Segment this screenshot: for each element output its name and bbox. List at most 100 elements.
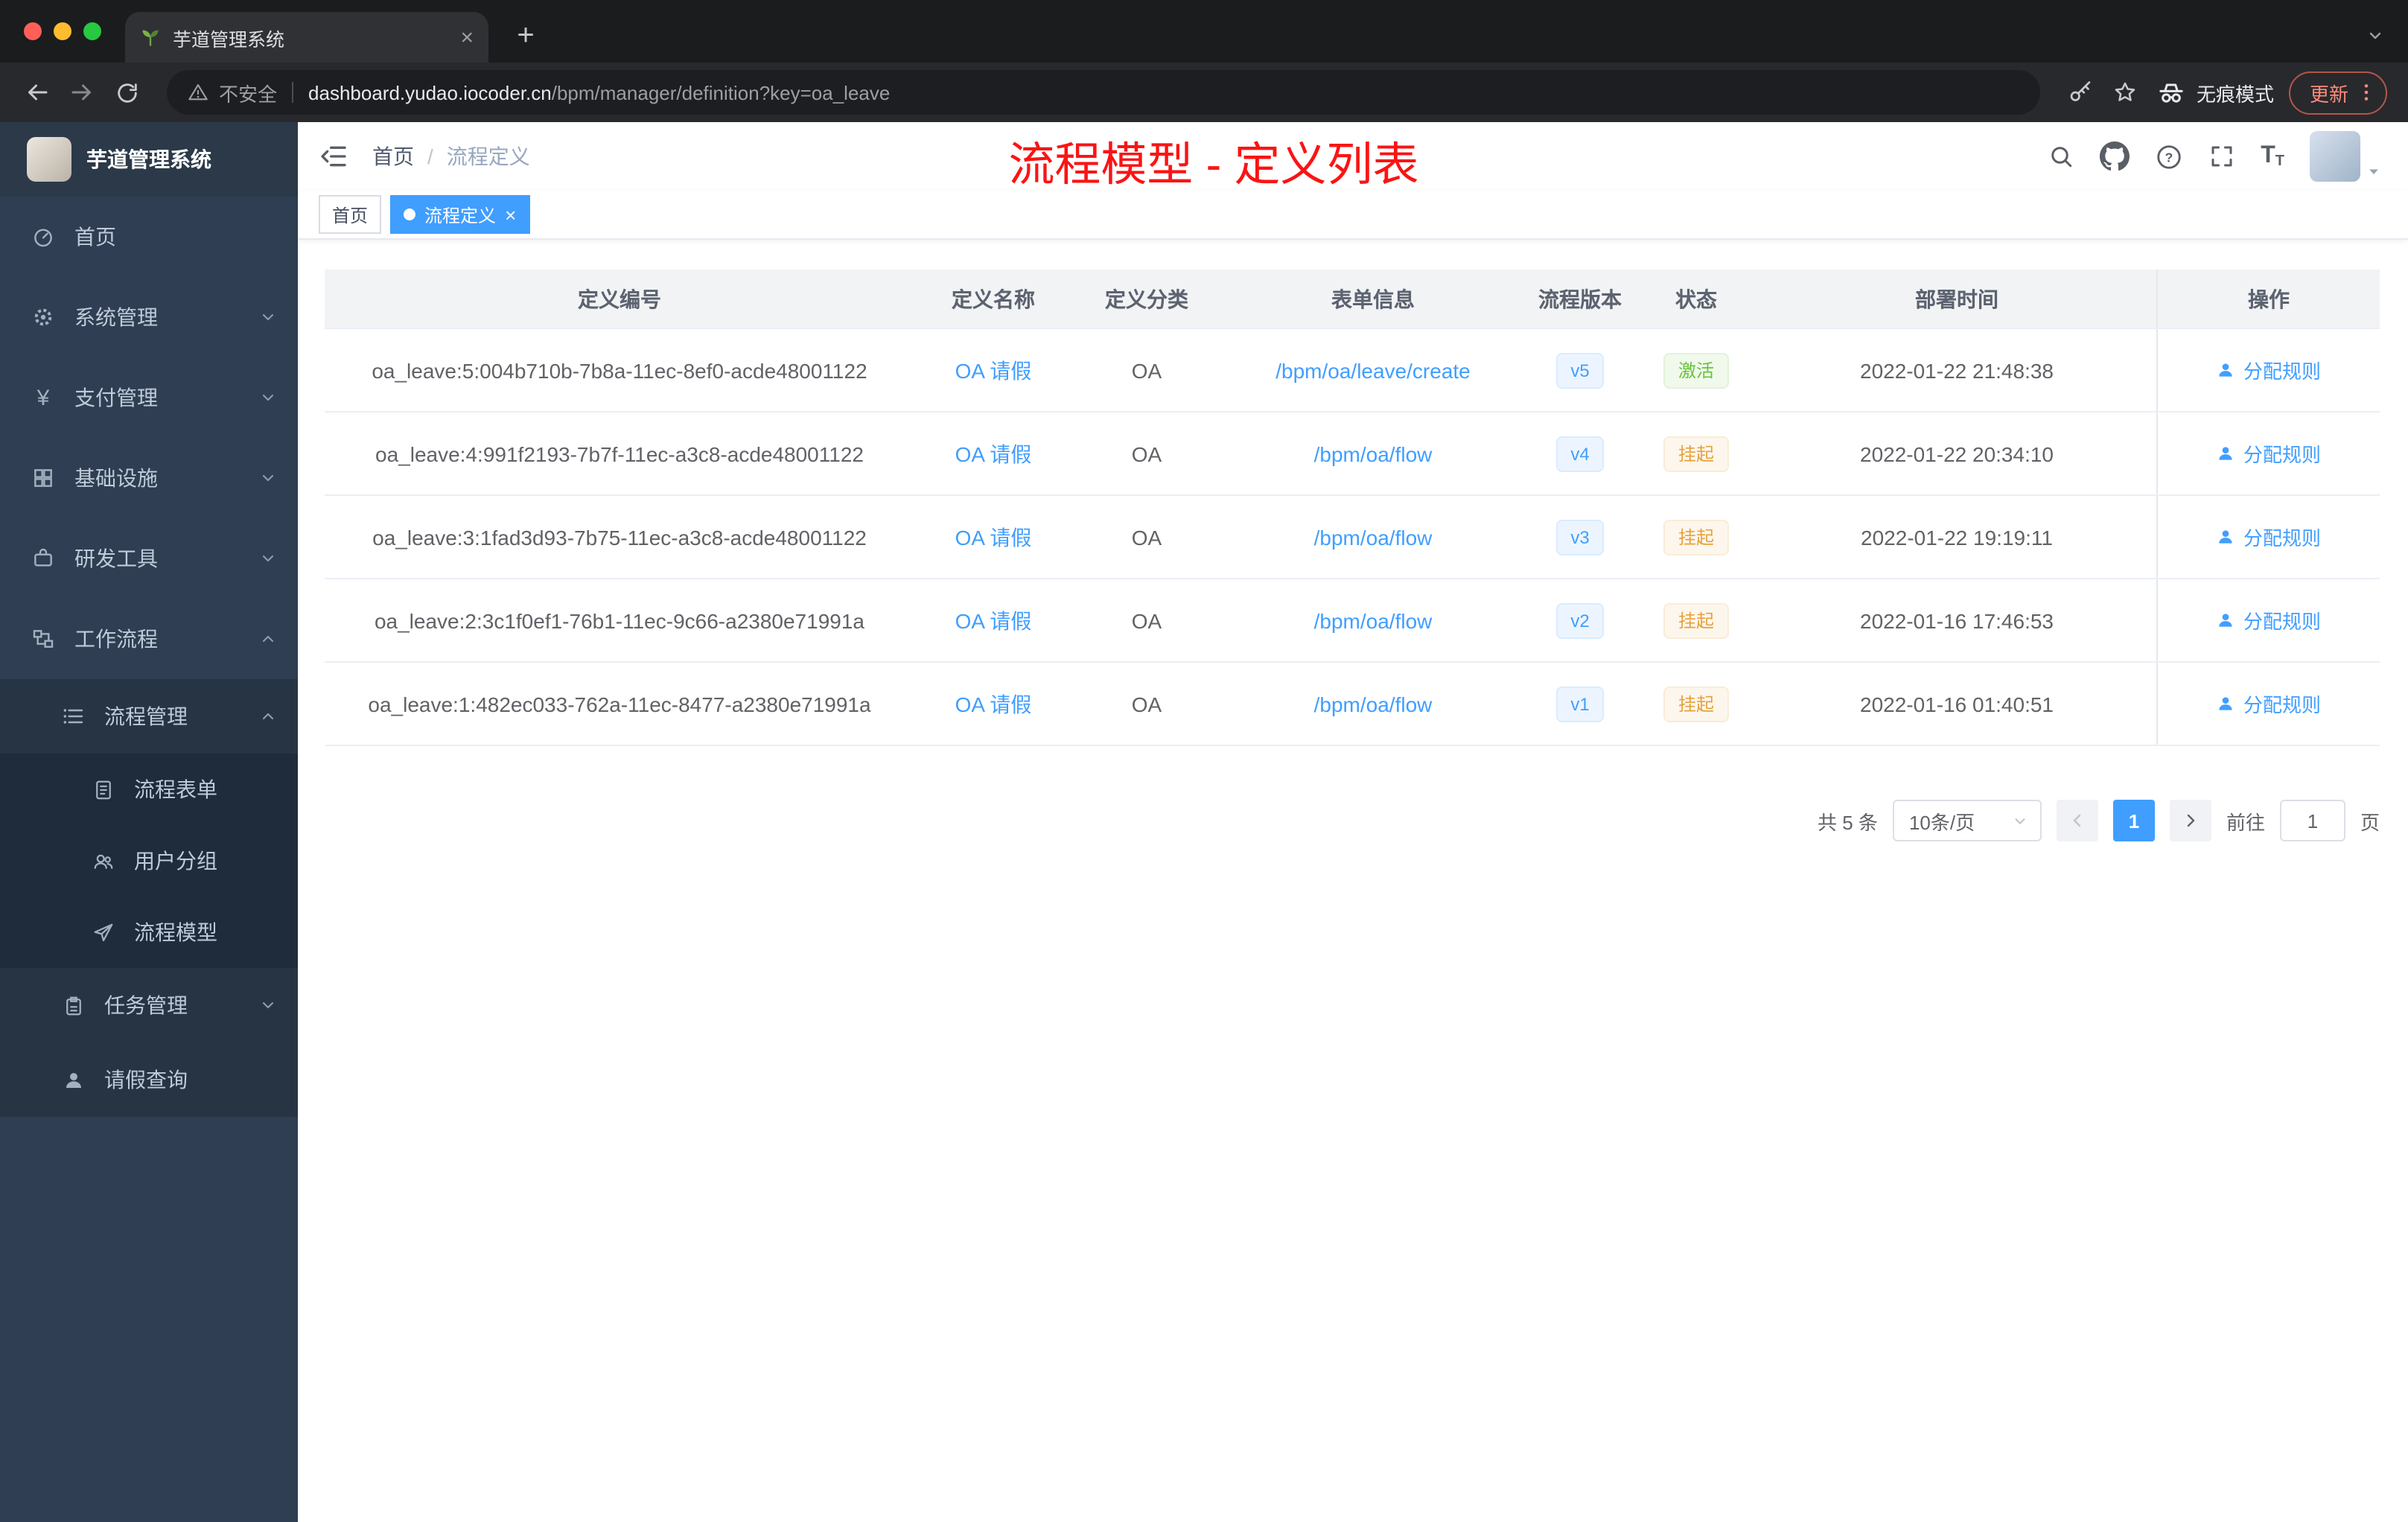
- incognito-badge[interactable]: 无痕模式: [2156, 77, 2274, 107]
- sidebar-item-system-management[interactable]: 系统管理: [0, 277, 298, 357]
- version-tag: v4: [1555, 436, 1605, 471]
- sidebar-item-leave-query[interactable]: 请假查询: [0, 1042, 298, 1117]
- assign-rule-label: 分配规则: [2243, 527, 2321, 550]
- sidebar-item-label: 首页: [74, 225, 116, 249]
- column-header: 定义分类: [1105, 287, 1188, 311]
- assign-rule-label: 分配规则: [2243, 360, 2321, 383]
- new-tab-button[interactable]: +: [506, 19, 545, 54]
- tags-view: 首页 流程定义 ×: [298, 191, 2408, 240]
- assign-rule-button[interactable]: 分配规则: [2217, 523, 2321, 551]
- sidebar-item-infrastructure[interactable]: 基础设施: [0, 438, 298, 518]
- svg-text:?: ?: [2165, 149, 2173, 164]
- version-tag: v3: [1555, 519, 1605, 555]
- sidebar-item-payment-management[interactable]: ¥ 支付管理: [0, 357, 298, 438]
- forward-button[interactable]: [60, 70, 104, 115]
- sidebar-item-user-groups[interactable]: 用户分组: [0, 825, 298, 897]
- screen: 芋道管理系统 × + 不安全 dashboard.yudao.iocoder.c…: [0, 0, 2408, 1522]
- github-icon[interactable]: [2100, 141, 2130, 171]
- navbar: 首页 / 流程定义 流程模型 - 定义列表 ? T T: [298, 122, 2408, 191]
- tab-close-icon[interactable]: ×: [460, 26, 474, 48]
- cell-category: OA: [1131, 692, 1162, 716]
- cell-deploy-time: 2022-01-22 21:48:38: [1860, 358, 2054, 382]
- sidebar-item-dev-tools[interactable]: 研发工具: [0, 518, 298, 599]
- sidebar-item-label: 基础设施: [74, 466, 158, 490]
- goto-page-input[interactable]: [2279, 800, 2345, 841]
- cell-deploy-time: 2022-01-16 17:46:53: [1860, 608, 2054, 632]
- app-title: 芋道管理系统: [86, 147, 211, 171]
- minimize-window-button[interactable]: [54, 22, 71, 40]
- sidebar-item-workflow[interactable]: 工作流程: [0, 599, 298, 679]
- page-number-button[interactable]: 1: [2112, 800, 2155, 841]
- tab-favicon-icon: [140, 27, 161, 48]
- tab-search-chevron-icon[interactable]: [2366, 27, 2384, 45]
- chevron-down-icon: [259, 308, 277, 326]
- tag-process-definition[interactable]: 流程定义 ×: [390, 195, 530, 234]
- prev-page-button[interactable]: [2056, 800, 2098, 841]
- user-menu[interactable]: [2310, 131, 2381, 182]
- logo-avatar: [27, 137, 71, 182]
- table-header: 定义编号 定义名称 定义分类 表单信息 流程版本 状态 部署时间 操作: [325, 270, 2380, 329]
- definition-name-link[interactable]: OA 请假: [955, 689, 1032, 719]
- back-button[interactable]: [15, 70, 60, 115]
- avatar[interactable]: [2310, 131, 2360, 182]
- definition-table: 定义编号 定义名称 定义分类 表单信息 流程版本 状态 部署时间 操作 oa_l…: [325, 270, 2380, 746]
- sidebar-item-task-management[interactable]: 任务管理: [0, 968, 298, 1042]
- fullscreen-icon[interactable]: [2208, 143, 2235, 170]
- assign-rule-label: 分配规则: [2243, 694, 2321, 716]
- paper-plane-icon: [89, 921, 116, 943]
- assign-rule-button[interactable]: 分配规则: [2217, 606, 2321, 634]
- form-link[interactable]: /bpm/oa/flow: [1314, 525, 1433, 549]
- assign-rule-label: 分配规则: [2243, 611, 2321, 633]
- form-link[interactable]: /bpm/oa/flow: [1314, 608, 1433, 632]
- sidebar-item-process-forms[interactable]: 流程表单: [0, 754, 298, 825]
- security-label[interactable]: 不安全: [219, 78, 277, 106]
- definition-name-link[interactable]: OA 请假: [955, 522, 1032, 552]
- page-unit-label: 页: [2360, 811, 2380, 833]
- column-header: 状态: [1675, 287, 1717, 311]
- column-header: 流程版本: [1538, 287, 1622, 311]
- app-frame: 芋道管理系统 首页 系统管理 ¥ 支付管理 基础设施 研发工具 工作流程 流程管…: [0, 122, 2408, 1522]
- assign-rule-button[interactable]: 分配规则: [2217, 690, 2321, 718]
- close-window-button[interactable]: [24, 22, 42, 40]
- person-icon: [60, 1069, 86, 1091]
- bookmark-star-icon[interactable]: [2103, 70, 2147, 115]
- form-link[interactable]: /bpm/oa/flow: [1314, 692, 1433, 716]
- zoom-window-button[interactable]: [83, 22, 101, 40]
- page-url: dashboard.yudao.iocoder.cn/bpm/manager/d…: [308, 81, 890, 104]
- assign-rule-button[interactable]: 分配规则: [2217, 356, 2321, 384]
- form-link[interactable]: /bpm/oa/leave/create: [1275, 358, 1471, 382]
- cell-deploy-time: 2022-01-16 01:40:51: [1860, 692, 2054, 716]
- reload-button[interactable]: [104, 70, 149, 115]
- sidebar-item-process-models[interactable]: 流程模型: [0, 897, 298, 968]
- cell-category: OA: [1131, 442, 1162, 465]
- sidebar-item-process-management[interactable]: 流程管理: [0, 679, 298, 754]
- tag-close-icon[interactable]: ×: [505, 205, 516, 224]
- sidebar-fold-icon[interactable]: [319, 141, 348, 171]
- definition-name-link[interactable]: OA 请假: [955, 355, 1032, 385]
- sidebar: 芋道管理系统 首页 系统管理 ¥ 支付管理 基础设施 研发工具 工作流程 流程管…: [0, 122, 298, 1522]
- font-size-icon[interactable]: TT: [2261, 143, 2284, 170]
- sidebar-item-home[interactable]: 首页: [0, 197, 298, 277]
- browser-tab[interactable]: 芋道管理系统 ×: [125, 12, 488, 63]
- tag-home[interactable]: 首页: [319, 195, 382, 234]
- kebab-menu-icon[interactable]: [2354, 80, 2378, 104]
- address-bar[interactable]: 不安全 dashboard.yudao.iocoder.cn/bpm/manag…: [167, 70, 2040, 115]
- pagination-total: 共 5 条: [1818, 811, 1878, 833]
- grid-icon: [30, 466, 57, 490]
- assign-rule-button[interactable]: 分配规则: [2217, 439, 2321, 468]
- next-page-button[interactable]: [2169, 800, 2211, 841]
- breadcrumb-home[interactable]: 首页: [372, 141, 414, 171]
- help-icon[interactable]: ?: [2155, 142, 2183, 171]
- column-header: 定义名称: [952, 287, 1035, 311]
- search-icon[interactable]: [2048, 143, 2074, 170]
- chevron-up-icon: [259, 707, 277, 725]
- definition-name-link[interactable]: OA 请假: [955, 605, 1032, 635]
- tab-title: 芋道管理系统: [173, 29, 285, 50]
- cell-definition-id: oa_leave:1:482ec033-762a-11ec-8477-a2380…: [368, 692, 871, 716]
- definition-name-link[interactable]: OA 请假: [955, 439, 1032, 468]
- browser-update-button[interactable]: 更新: [2288, 71, 2387, 114]
- app-logo[interactable]: 芋道管理系统: [0, 122, 298, 197]
- page-size-select[interactable]: 10条/页: [1892, 800, 2042, 841]
- password-key-icon[interactable]: [2058, 70, 2103, 115]
- form-link[interactable]: /bpm/oa/flow: [1314, 442, 1433, 465]
